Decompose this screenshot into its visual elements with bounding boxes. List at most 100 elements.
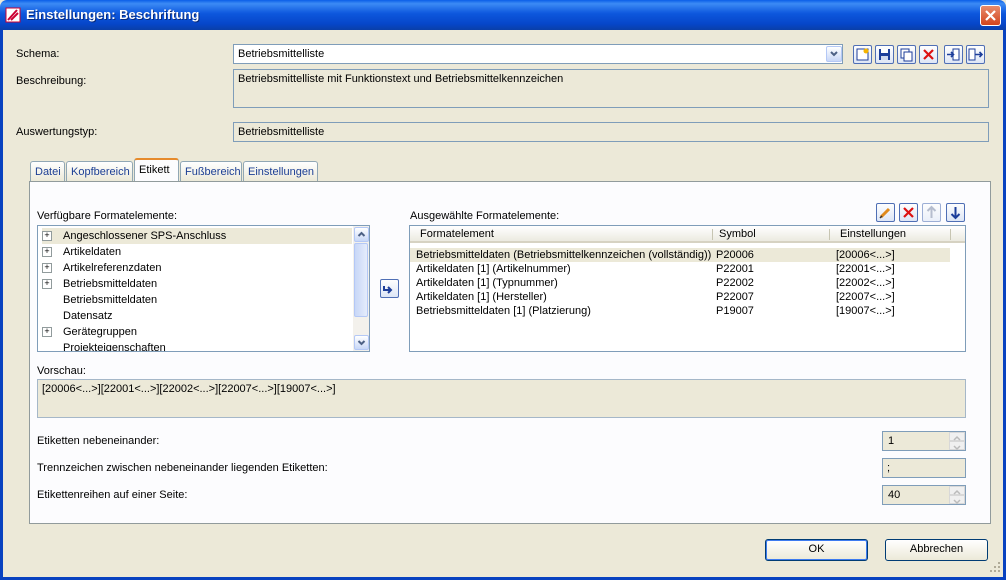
- tree-item-label: Betriebsmitteldaten: [63, 294, 158, 306]
- tab-etikett-label: Etikett: [139, 164, 170, 176]
- cell-einstellungen: [20006<...>]: [836, 249, 895, 261]
- column-separator[interactable]: [829, 229, 830, 240]
- nebeneinander-spinner[interactable]: 1: [882, 431, 966, 451]
- available-tree[interactable]: + Angeschlossener SPS-Anschluss + Artikeld…: [37, 225, 370, 352]
- tab-kopfbereich[interactable]: Kopfbereich: [66, 161, 133, 181]
- expand-icon[interactable]: +: [42, 247, 52, 258]
- cell-symbol: P20006: [716, 249, 754, 261]
- cell-symbol: P22007: [716, 291, 754, 303]
- tab-datei[interactable]: Datei: [30, 161, 65, 181]
- auswertungstyp-field: Betriebsmittelliste: [233, 122, 989, 142]
- tree-item-label: Datensatz: [63, 310, 113, 322]
- tree-item[interactable]: + Betriebsmitteldaten: [42, 276, 352, 292]
- move-up-button[interactable]: [922, 203, 941, 222]
- trennzeichen-field[interactable]: ;: [882, 458, 966, 478]
- tab-einstellungen-label: Einstellungen: [248, 166, 315, 178]
- reihen-spinner[interactable]: 40: [882, 485, 966, 505]
- cell-formatelement: Artikeldaten [1] (Typnummer): [416, 277, 558, 289]
- tree-item-label: Artikeldaten: [63, 246, 122, 258]
- chevron-down-icon: [357, 340, 366, 346]
- close-button[interactable]: [980, 5, 1001, 26]
- available-tree-rows: + Angeschlossener SPS-Anschluss + Artikeld…: [42, 228, 352, 352]
- expand-icon[interactable]: +: [42, 327, 52, 338]
- import-schema-button[interactable]: [944, 45, 963, 64]
- arrow-right-icon: [383, 286, 393, 294]
- tree-item[interactable]: + Angeschlossener SPS-Anschluss: [42, 228, 352, 244]
- tree-item[interactable]: + Artikeldaten: [42, 244, 352, 260]
- schema-label: Schema:: [16, 48, 60, 60]
- tree-item-label: Projekteigenschaften: [63, 342, 166, 352]
- column-separator[interactable]: [712, 229, 713, 240]
- schema-select[interactable]: Betriebsmittelliste: [233, 44, 843, 64]
- tree-item-label: Angeschlossener SPS-Anschluss: [63, 230, 227, 242]
- auswertungstyp-value: Betriebsmittelliste: [238, 126, 325, 138]
- cancel-button[interactable]: Abbrechen: [885, 539, 988, 561]
- remove-element-button[interactable]: [899, 203, 918, 222]
- tree-item[interactable]: + Gerätegruppen: [42, 324, 352, 340]
- available-scrollbar[interactable]: [353, 226, 369, 351]
- auswertungstyp-label: Auswertungstyp:: [16, 126, 98, 138]
- arrow-up-icon: [926, 205, 937, 218]
- export-schema-button[interactable]: [966, 45, 985, 64]
- vorschau-value: [20006<...>][22001<...>][22002<...>][220…: [42, 383, 336, 395]
- tree-item[interactable]: + Artikelreferenzdaten: [42, 260, 352, 276]
- column-header-einstellungen[interactable]: Einstellungen: [840, 228, 906, 240]
- beschreibung-label: Beschreibung:: [16, 75, 87, 87]
- delete-schema-button[interactable]: [919, 45, 938, 64]
- scroll-thumb[interactable]: [354, 243, 368, 317]
- schema-dropdown-button[interactable]: [826, 46, 842, 62]
- table-row[interactable]: Betriebsmitteldaten (Betriebsmittelkennz…: [410, 248, 950, 262]
- expand-icon[interactable]: +: [42, 279, 52, 290]
- table-row[interactable]: Artikeldaten [1] (Artikelnummer) P22001 …: [410, 262, 950, 276]
- new-icon: [856, 48, 869, 61]
- spin-down-button[interactable]: [949, 441, 965, 451]
- import-icon: [947, 48, 960, 61]
- tab-fussbereich[interactable]: Fußbereich: [180, 161, 242, 181]
- delete-icon: [923, 49, 934, 60]
- chevron-down-icon: [953, 445, 961, 451]
- cell-symbol: P19007: [716, 305, 754, 317]
- tab-datei-label: Datei: [35, 166, 61, 178]
- tab-etikett[interactable]: Etikett: [134, 158, 179, 181]
- ok-button[interactable]: OK: [765, 539, 868, 561]
- copy-schema-button[interactable]: [897, 45, 916, 64]
- selected-table[interactable]: Formatelement Symbol Einstellungen Betri…: [409, 225, 966, 352]
- table-row[interactable]: Artikeldaten [1] (Hersteller) P22007 [22…: [410, 290, 950, 304]
- nebeneinander-label: Etiketten nebeneinander:: [37, 435, 160, 447]
- scroll-up-button[interactable]: [354, 227, 369, 242]
- cell-symbol: P22002: [716, 277, 754, 289]
- cell-einstellungen: [19007<...>]: [836, 305, 895, 317]
- spin-down-button[interactable]: [949, 495, 965, 505]
- move-down-button[interactable]: [946, 203, 965, 222]
- tree-item[interactable]: Datensatz: [42, 308, 352, 324]
- column-header-symbol[interactable]: Symbol: [719, 228, 756, 240]
- edit-element-button[interactable]: [876, 203, 895, 222]
- scroll-down-button[interactable]: [354, 335, 369, 350]
- tab-einstellungen[interactable]: Einstellungen: [243, 161, 318, 181]
- tree-item[interactable]: Betriebsmitteldaten: [42, 292, 352, 308]
- tree-item[interactable]: Projekteigenschaften: [42, 340, 352, 352]
- cell-einstellungen: [22001<...>]: [836, 263, 895, 275]
- spin-up-button[interactable]: [949, 486, 965, 495]
- add-element-button[interactable]: [380, 279, 399, 298]
- table-row[interactable]: Artikeldaten [1] (Typnummer) P22002 [220…: [410, 276, 950, 290]
- vorschau-label: Vorschau:: [37, 365, 86, 377]
- expand-icon[interactable]: +: [42, 231, 52, 242]
- available-label: Verfügbare Formatelemente:: [37, 210, 178, 222]
- column-header-formatelement[interactable]: Formatelement: [420, 228, 494, 240]
- cell-einstellungen: [22007<...>]: [836, 291, 895, 303]
- schema-select-value: Betriebsmittelliste: [238, 48, 325, 60]
- tree-item-label: Betriebsmitteldaten: [63, 278, 158, 290]
- save-schema-button[interactable]: [875, 45, 894, 64]
- tab-kopfbereich-label: Kopfbereich: [71, 166, 130, 178]
- reihen-label: Etikettenreihen auf einer Seite:: [37, 489, 188, 501]
- expand-icon[interactable]: +: [42, 263, 52, 274]
- window-frame-left: [0, 30, 3, 580]
- beschreibung-field[interactable]: Betriebsmittelliste mit Funktionstext un…: [233, 69, 989, 108]
- new-schema-button[interactable]: [853, 45, 872, 64]
- table-row[interactable]: Betriebsmitteldaten [1] (Platzierung) P1…: [410, 304, 950, 318]
- spin-up-button[interactable]: [949, 432, 965, 441]
- column-separator[interactable]: [950, 229, 951, 240]
- reihen-value: 40: [888, 489, 901, 501]
- resize-grip-icon[interactable]: [988, 560, 1002, 574]
